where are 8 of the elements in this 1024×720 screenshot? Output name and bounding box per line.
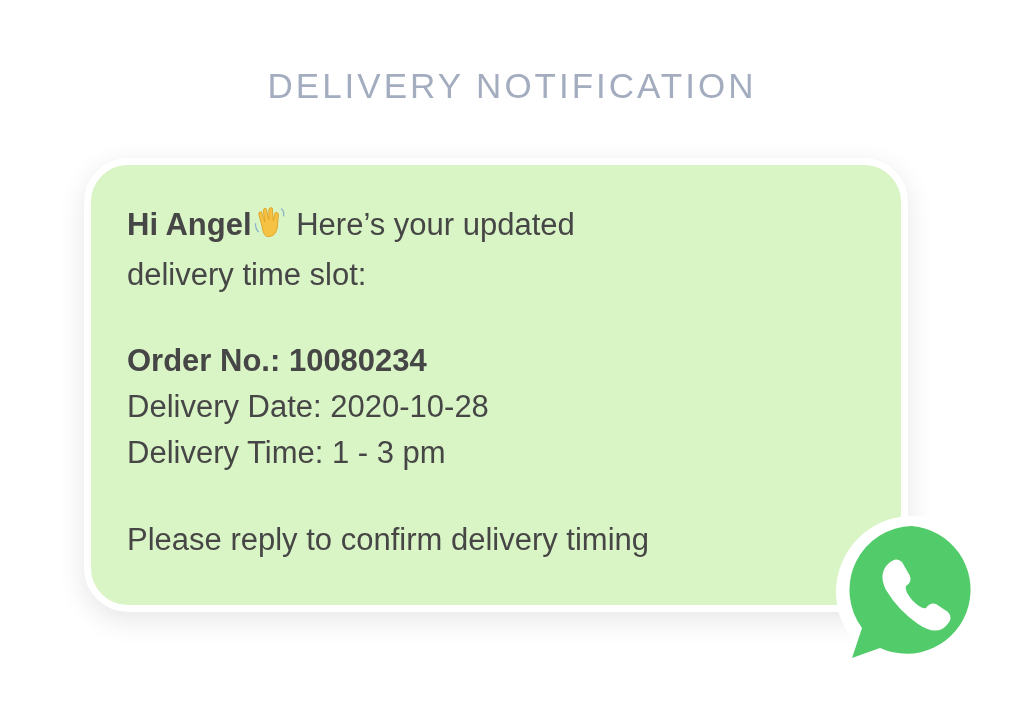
greeting-text: delivery time slot: (127, 257, 367, 292)
greeting-name: Hi Angel (127, 207, 252, 242)
closing-text: Please reply to confirm delivery timing (127, 521, 651, 559)
page-title: DELIVERY NOTIFICATION (267, 66, 757, 106)
detail-line: Delivery Time: 1 - 3 pm (127, 434, 447, 472)
detail-line: Delivery Date: 2020-10-28 (127, 388, 490, 426)
greeting-text: Here’s your updated (296, 207, 575, 242)
detail-line: Order No.: 10080234 (127, 342, 428, 380)
